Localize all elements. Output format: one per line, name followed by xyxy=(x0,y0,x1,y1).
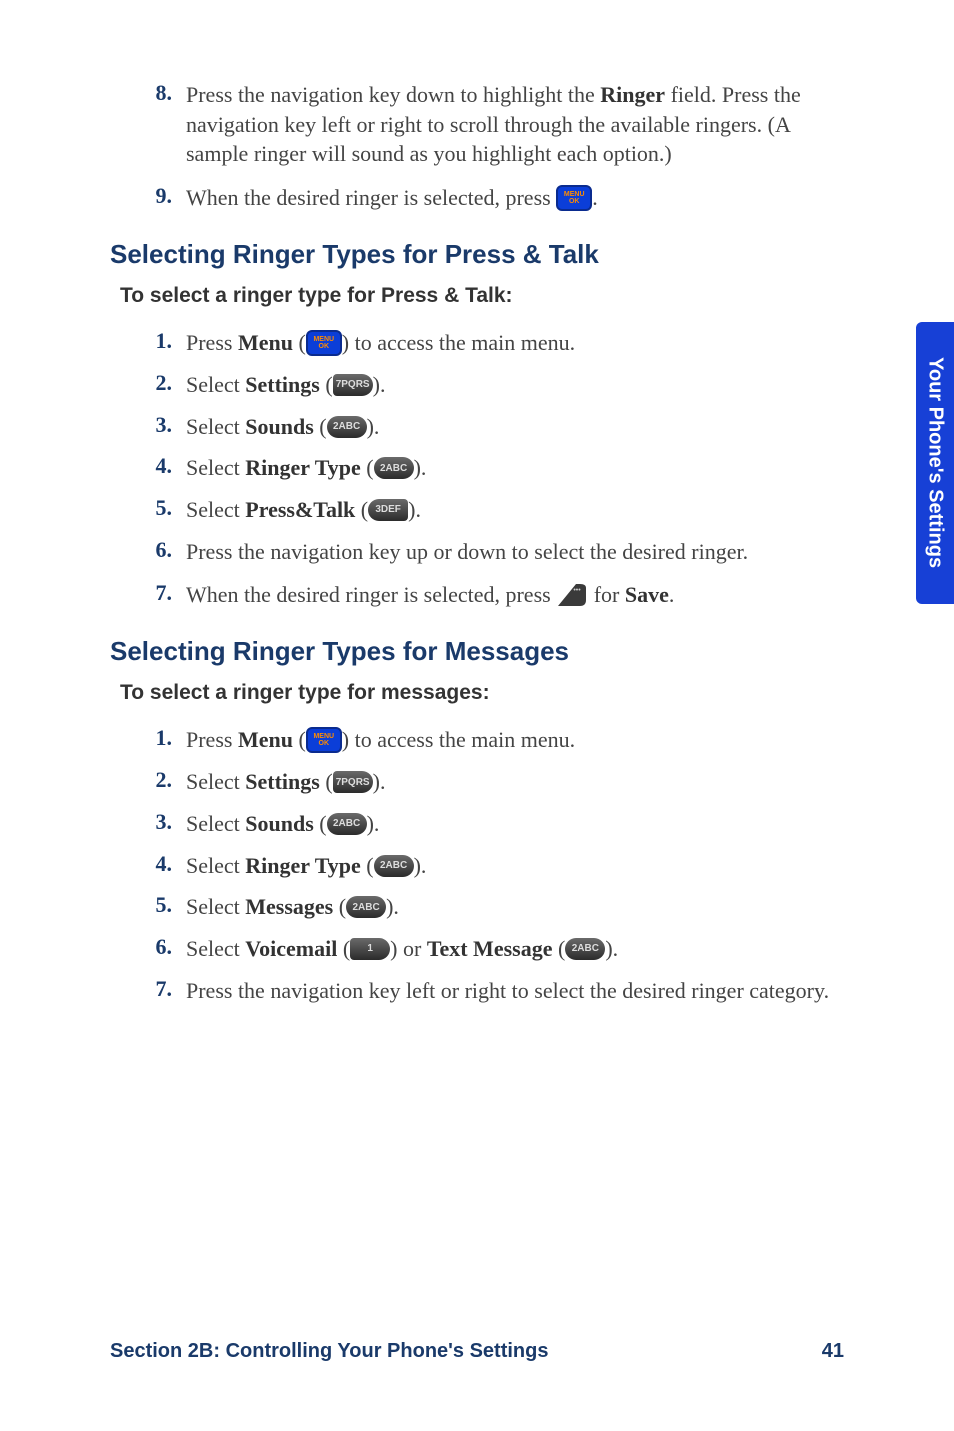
step-1: 1. Press Menu (MENUOK) to access the mai… xyxy=(132,725,844,755)
step-number: 2. xyxy=(132,767,172,793)
step-3: 3. Select Sounds (2ABC). xyxy=(132,412,844,442)
svg-text:•••: ••• xyxy=(574,587,582,594)
step-number: 6. xyxy=(132,537,172,563)
step-5: 5. Select Press&Talk (3DEF). xyxy=(132,495,844,525)
step-1: 1. Press Menu (MENUOK) to access the mai… xyxy=(132,328,844,358)
step-7: 7. Press the navigation key left or righ… xyxy=(132,976,844,1006)
step-text: Select Voicemail (1) or Text Message (2A… xyxy=(186,934,844,964)
key-2-icon: 2ABC xyxy=(327,416,367,438)
subsection-heading-messages: Selecting Ringer Types for Messages xyxy=(110,636,844,667)
menu-ok-key-icon: MENUOK xyxy=(306,727,342,753)
key-7-icon: 7PQRS xyxy=(333,771,373,793)
lead-text: To select a ringer type for Press & Talk… xyxy=(120,284,844,308)
step-text: Press Menu (MENUOK) to access the main m… xyxy=(186,725,844,755)
subsection-heading-press-talk: Selecting Ringer Types for Press & Talk xyxy=(110,239,844,270)
step-number: 7. xyxy=(132,580,172,606)
menu-ok-key-icon: MENUOK xyxy=(306,330,342,356)
menu-ok-key-icon: MENUOK xyxy=(556,185,592,211)
key-1-icon: 1 xyxy=(350,938,390,960)
step-6: 6. Select Voicemail (1) or Text Message … xyxy=(132,934,844,964)
step-text: Press the navigation key up or down to s… xyxy=(186,537,844,567)
step-text: Select Settings (7PQRS). xyxy=(186,370,844,400)
step-text: Press the navigation key down to highlig… xyxy=(186,80,844,169)
step-number: 4. xyxy=(132,453,172,479)
step-text: Select Ringer Type (2ABC). xyxy=(186,453,844,483)
step-8: 8. Press the navigation key down to high… xyxy=(132,80,844,169)
step-2: 2. Select Settings (7PQRS). xyxy=(132,370,844,400)
key-2-icon: 2ABC xyxy=(374,457,414,479)
continued-steps: 8. Press the navigation key down to high… xyxy=(132,80,844,213)
footer-section-title: Section 2B: Controlling Your Phone's Set… xyxy=(110,1340,549,1363)
page-number: 41 xyxy=(822,1340,844,1363)
steps-messages: 1. Press Menu (MENUOK) to access the mai… xyxy=(132,725,844,1005)
step-number: 8. xyxy=(132,80,172,106)
key-2-icon: 2ABC xyxy=(374,855,414,877)
side-tab-label: Your Phone's Settings xyxy=(924,357,947,568)
step-5: 5. Select Messages (2ABC). xyxy=(132,892,844,922)
step-number: 5. xyxy=(132,892,172,918)
step-number: 3. xyxy=(132,809,172,835)
side-tab: Your Phone's Settings xyxy=(916,322,954,604)
key-2-icon: 2ABC xyxy=(327,813,367,835)
step-number: 2. xyxy=(132,370,172,396)
step-number: 1. xyxy=(132,725,172,751)
step-6: 6. Press the navigation key up or down t… xyxy=(132,537,844,567)
step-number: 6. xyxy=(132,934,172,960)
step-2: 2. Select Settings (7PQRS). xyxy=(132,767,844,797)
key-2-icon: 2ABC xyxy=(565,938,605,960)
step-text: Select Press&Talk (3DEF). xyxy=(186,495,844,525)
step-number: 1. xyxy=(132,328,172,354)
key-3-icon: 3DEF xyxy=(368,499,408,521)
page-content: 8. Press the navigation key down to high… xyxy=(0,0,954,1005)
step-text: Select Messages (2ABC). xyxy=(186,892,844,922)
step-text: Select Sounds (2ABC). xyxy=(186,412,844,442)
step-9: 9. When the desired ringer is selected, … xyxy=(132,183,844,213)
step-text: When the desired ringer is selected, pre… xyxy=(186,580,844,610)
step-text: Select Settings (7PQRS). xyxy=(186,767,844,797)
step-text: Select Ringer Type (2ABC). xyxy=(186,851,844,881)
lead-text: To select a ringer type for messages: xyxy=(120,681,844,705)
step-number: 3. xyxy=(132,412,172,438)
right-soft-key-icon: ••• xyxy=(556,582,588,608)
step-text: Select Sounds (2ABC). xyxy=(186,809,844,839)
step-text: When the desired ringer is selected, pre… xyxy=(186,183,844,213)
key-7-icon: 7PQRS xyxy=(333,374,373,396)
step-number: 4. xyxy=(132,851,172,877)
step-number: 5. xyxy=(132,495,172,521)
step-number: 7. xyxy=(132,976,172,1002)
step-3: 3. Select Sounds (2ABC). xyxy=(132,809,844,839)
step-4: 4. Select Ringer Type (2ABC). xyxy=(132,453,844,483)
step-text: Press Menu (MENUOK) to access the main m… xyxy=(186,328,844,358)
step-number: 9. xyxy=(132,183,172,209)
page-footer: Section 2B: Controlling Your Phone's Set… xyxy=(110,1340,844,1363)
key-2-icon: 2ABC xyxy=(346,896,386,918)
step-4: 4. Select Ringer Type (2ABC). xyxy=(132,851,844,881)
steps-press-talk: 1. Press Menu (MENUOK) to access the mai… xyxy=(132,328,844,610)
step-text: Press the navigation key left or right t… xyxy=(186,976,844,1006)
step-7: 7. When the desired ringer is selected, … xyxy=(132,580,844,610)
